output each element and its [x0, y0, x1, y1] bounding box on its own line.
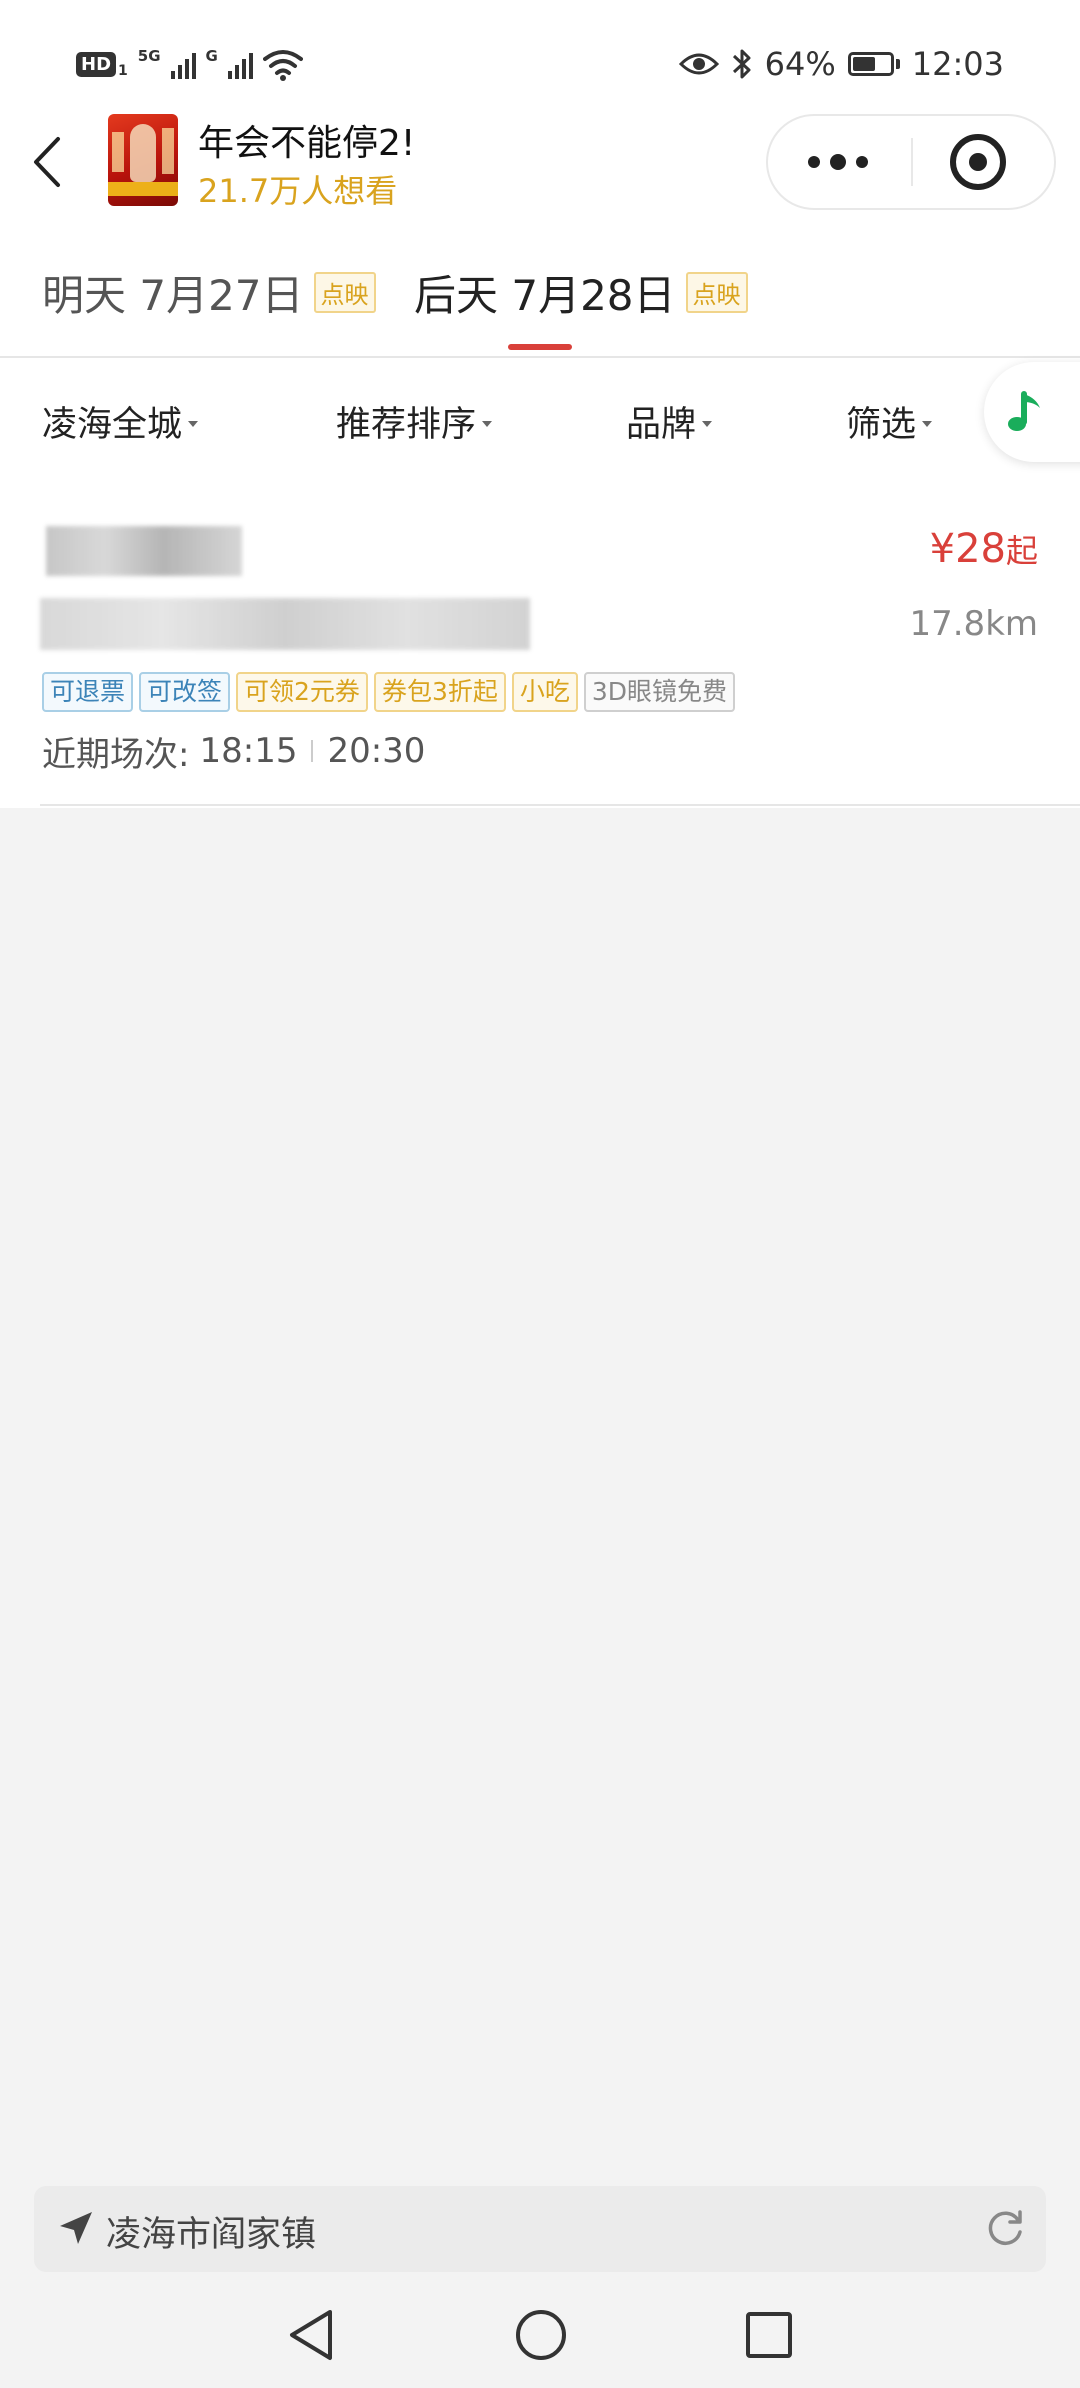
filter-area[interactable]: 凌海全城 [42, 396, 199, 446]
music-note-icon [1008, 391, 1040, 431]
card-divider [40, 804, 1080, 806]
chevron-left-icon [34, 137, 60, 187]
bluetooth-icon [732, 49, 751, 79]
filter-brand-label: 品牌 [626, 404, 697, 445]
tag-coupon-pack: 券包3折起 [373, 672, 506, 712]
active-tab-indicator [508, 344, 572, 350]
battery-level-fill [852, 57, 875, 71]
miniprogram-capsule [766, 114, 1056, 210]
showtimes-label: 近期场次: [42, 734, 190, 775]
location-arrow-icon [60, 2212, 92, 2244]
caret-down-icon [702, 421, 713, 427]
tag-coupon: 可领2元券 [236, 672, 368, 712]
filter-brand[interactable]: 品牌 [626, 396, 713, 446]
signal-1-icon [170, 49, 196, 79]
hd-sim-number: 1 [118, 63, 128, 79]
status-bar: HD 1 5G G 64% 12:03 [0, 0, 1080, 120]
capsule-divider [911, 138, 913, 186]
caret-down-icon [922, 421, 933, 427]
showtime: 18:15 [199, 731, 298, 771]
movie-title[interactable]: 年会不能停2! [198, 114, 415, 166]
square-recents-icon [746, 2312, 792, 2358]
triangle-back-icon [290, 2310, 332, 2360]
feature-tags: 可退票 可改签 可领2元券 券包3折起 小吃 3D眼镜免费 [42, 672, 736, 712]
more-menu-button[interactable] [768, 116, 908, 208]
showtimes: 近期场次: 18:15 20:30 [42, 728, 426, 775]
distance: 17.8km [909, 604, 1038, 644]
location-bar[interactable]: 凌海市阎家镇 [34, 2186, 1046, 2272]
cinema-address-redacted [40, 598, 530, 650]
caret-down-icon [188, 421, 199, 427]
tag-3d-glasses: 3D眼镜免费 [583, 672, 736, 712]
eye-icon [678, 53, 719, 75]
price-suffix: 起 [1005, 532, 1038, 570]
back-button[interactable] [22, 130, 72, 194]
date-tab-label: 后天 7月28日 [414, 270, 676, 320]
battery-percent: 64% [764, 45, 836, 83]
cinema-name-redacted [46, 526, 242, 576]
caret-down-icon [482, 421, 493, 427]
price: ¥28 起 [930, 526, 1038, 578]
network-g-label: G [205, 47, 218, 65]
wifi-icon [262, 50, 303, 81]
filter-area-label: 凌海全城 [42, 404, 183, 445]
tabs-divider [0, 356, 1080, 358]
filter-sort[interactable]: 推荐排序 [336, 396, 493, 446]
battery-icon [847, 52, 900, 76]
network-5g-label: 5G [137, 47, 161, 65]
hd-badge: HD [76, 51, 117, 77]
showtime: 20:30 [327, 731, 426, 771]
date-tab-tomorrow[interactable]: 明天 7月27日 点映 [42, 262, 376, 322]
want-to-see-count: 21.7万人想看 [198, 172, 398, 210]
movie-poster-thumbnail[interactable] [108, 114, 178, 206]
signal-2-icon [227, 49, 253, 79]
refresh-icon[interactable] [982, 2206, 1028, 2252]
tag-snacks: 小吃 [511, 672, 578, 712]
status-bar-right: 64% 12:03 [678, 40, 1004, 88]
preview-badge: 点映 [685, 271, 748, 313]
nav-home-button[interactable] [506, 2300, 576, 2370]
filter-sort-label: 推荐排序 [336, 404, 477, 445]
tag-reschedulable: 可改签 [139, 672, 231, 712]
close-miniprogram-button[interactable] [950, 134, 1006, 190]
music-float-button[interactable] [984, 362, 1080, 462]
nav-back-button[interactable] [276, 2300, 346, 2370]
date-tab-day-after[interactable]: 后天 7月28日 点映 [414, 262, 748, 322]
circle-home-icon [516, 2310, 566, 2360]
status-bar-left: HD 1 5G G [76, 44, 303, 84]
preview-badge: 点映 [313, 271, 376, 313]
current-location: 凌海市阎家镇 [106, 2215, 317, 2255]
showtime-separator [311, 740, 314, 762]
nav-recents-button[interactable] [734, 2300, 804, 2370]
clock: 12:03 [911, 45, 1004, 83]
system-nav-bar [0, 2280, 1080, 2388]
filter-more-label: 筛选 [846, 404, 917, 445]
price-value: ¥28 [929, 526, 1006, 572]
filter-more[interactable]: 筛选 [846, 396, 933, 446]
date-tab-label: 明天 7月27日 [42, 270, 304, 320]
tag-refundable: 可退票 [42, 672, 134, 712]
